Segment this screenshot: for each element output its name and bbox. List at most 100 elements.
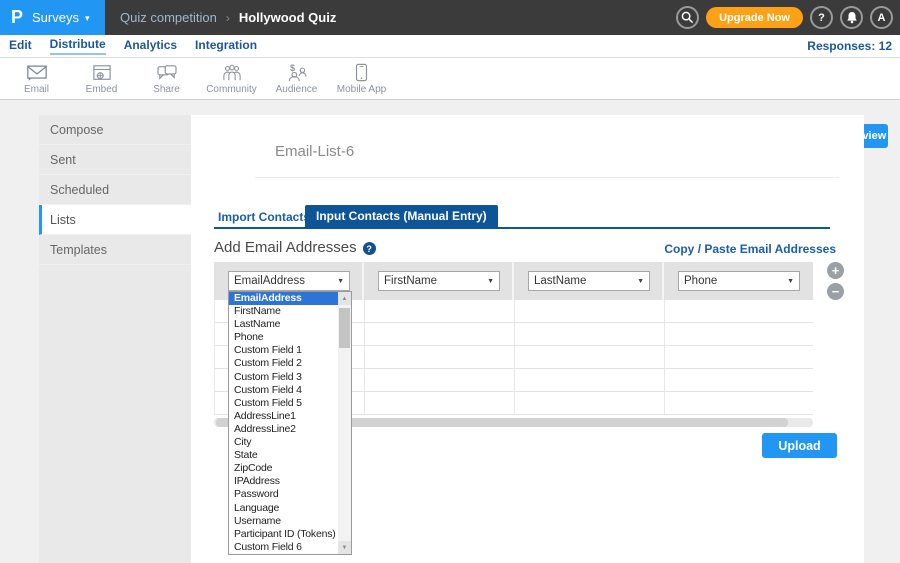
dropdown-option[interactable]: Custom Field 5 <box>229 397 338 410</box>
cell-input[interactable] <box>365 323 515 345</box>
nav-item-edit[interactable]: Edit <box>9 38 32 54</box>
channel-label: Email <box>24 84 49 95</box>
dropdown-option[interactable]: AddressLine1 <box>229 410 338 423</box>
dropdown-option[interactable]: Phone <box>229 331 338 344</box>
dropdown-option[interactable]: ZipCode <box>229 462 338 475</box>
cell-input[interactable] <box>665 323 813 345</box>
sidebar-item-scheduled[interactable]: Scheduled <box>39 175 191 205</box>
title-divider <box>255 177 839 178</box>
scroll-down-icon[interactable]: ▼ <box>338 541 351 554</box>
select-arrow-icon: ▼ <box>337 278 344 285</box>
dropdown-option-selected[interactable]: EmailAddress <box>229 292 338 305</box>
cell-input[interactable] <box>515 392 665 414</box>
search-button[interactable] <box>676 6 699 29</box>
cell-input[interactable] <box>665 392 813 414</box>
bell-icon <box>846 11 858 24</box>
dropdown-option[interactable]: State <box>229 449 338 462</box>
cell-input[interactable] <box>365 300 515 322</box>
cell-input[interactable] <box>665 300 813 322</box>
remove-row-button[interactable]: − <box>827 283 844 300</box>
dropdown-option[interactable]: Custom Field 2 <box>229 357 338 370</box>
dropdown-option[interactable]: Custom Field 6 <box>229 541 338 554</box>
email-list-title: Email-List-6 <box>275 143 354 160</box>
select-arrow-icon: ▼ <box>637 278 644 285</box>
channel-mobile-app[interactable]: Mobile App <box>329 58 394 100</box>
dropdown-option[interactable]: Participant ID (Tokens) <box>229 528 338 541</box>
help-button[interactable]: ? <box>810 6 833 29</box>
dropdown-option[interactable]: FirstName <box>229 305 338 318</box>
channel-share[interactable]: Share <box>134 58 199 100</box>
column-1-field-select[interactable]: EmailAddress ▼ <box>228 271 350 291</box>
column-4-header: Phone ▼ <box>664 262 813 300</box>
dropdown-option[interactable]: Custom Field 3 <box>229 371 338 384</box>
dropdown-option[interactable]: Language <box>229 502 338 515</box>
dropdown-option[interactable]: LastName <box>229 318 338 331</box>
channel-audience[interactable]: $ Audience <box>264 58 329 100</box>
breadcrumb-parent[interactable]: Quiz competition <box>120 10 217 25</box>
add-email-addresses-label: Add Email Addresses <box>214 239 357 256</box>
cell-input[interactable] <box>515 300 665 322</box>
column-3-field-select[interactable]: LastName ▼ <box>528 271 650 291</box>
email-icon <box>26 64 48 82</box>
breadcrumb: Quiz competition › Hollywood Quiz <box>120 0 336 35</box>
upgrade-now-button[interactable]: Upgrade Now <box>706 7 803 28</box>
add-row-button[interactable]: + <box>827 262 844 279</box>
sidebar-item-templates[interactable]: Templates <box>39 235 191 265</box>
distribute-toolbar: Email Embed <box>0 58 900 100</box>
channel-label: Mobile App <box>337 84 386 95</box>
dropdown-scrollbar[interactable]: ▲ ▼ <box>338 292 351 554</box>
dropdown-option[interactable]: Custom Field 4 <box>229 384 338 397</box>
dropdown-option[interactable]: IPAddress <box>229 475 338 488</box>
channel-email[interactable]: Email <box>4 58 69 100</box>
audience-icon: $ <box>285 64 309 82</box>
field-options-list: EmailAddress FirstName LastName Phone Cu… <box>229 292 338 554</box>
copy-paste-email-addresses-link[interactable]: Copy / Paste Email Addresses <box>664 242 836 256</box>
channel-embed[interactable]: Embed <box>69 58 134 100</box>
tab-input-contacts-manual-entry[interactable]: Input Contacts (Manual Entry) <box>305 205 498 227</box>
column-4-field-select[interactable]: Phone ▼ <box>678 271 800 291</box>
cell-input[interactable] <box>365 369 515 391</box>
tab-import-contacts[interactable]: Import Contacts <box>218 210 310 224</box>
product-switcher[interactable]: P Surveys ▾ <box>0 0 105 35</box>
column-3-header: LastName ▼ <box>514 262 664 300</box>
notifications-button[interactable] <box>840 6 863 29</box>
product-name: Surveys <box>32 10 79 25</box>
dropdown-option[interactable]: AddressLine2 <box>229 423 338 436</box>
cell-input[interactable] <box>515 323 665 345</box>
dropdown-option[interactable]: Password <box>229 488 338 501</box>
upload-button[interactable]: Upload <box>762 433 837 458</box>
dropdown-option[interactable]: Custom Field 1 <box>229 344 338 357</box>
email-sidebar: Compose Sent Scheduled Lists Templates <box>39 115 191 563</box>
cell-input[interactable] <box>665 369 813 391</box>
scroll-up-icon[interactable]: ▲ <box>338 292 351 305</box>
nav-item-analytics[interactable]: Analytics <box>124 38 177 54</box>
cell-input[interactable] <box>515 346 665 368</box>
dropdown-option[interactable]: Username <box>229 515 338 528</box>
share-icon <box>156 64 178 82</box>
cell-input[interactable] <box>365 346 515 368</box>
breadcrumb-current: Hollywood Quiz <box>239 10 337 25</box>
sidebar-item-compose[interactable]: Compose <box>39 115 191 145</box>
sidebar-item-sent[interactable]: Sent <box>39 145 191 175</box>
section-heading: Add Email Addresses ? <box>214 239 376 256</box>
dropdown-scrollbar-thumb[interactable] <box>339 308 350 348</box>
nav-item-integration[interactable]: Integration <box>195 38 257 54</box>
dropdown-option[interactable]: City <box>229 436 338 449</box>
cell-input[interactable] <box>365 392 515 414</box>
app-window: P Surveys ▾ Quiz competition › Hollywood… <box>0 0 900 563</box>
column-2-header: FirstName ▼ <box>364 262 514 300</box>
help-tooltip-icon[interactable]: ? <box>363 242 376 255</box>
cell-input[interactable] <box>515 369 665 391</box>
embed-icon <box>92 64 112 82</box>
responses-count[interactable]: Responses: 12 <box>807 39 892 53</box>
account-avatar[interactable]: A <box>870 6 893 29</box>
search-icon <box>681 11 694 24</box>
channel-label: Audience <box>276 84 318 95</box>
sidebar-item-lists[interactable]: Lists <box>39 205 191 235</box>
tab-underline <box>214 227 830 229</box>
column-2-field-select[interactable]: FirstName ▼ <box>378 271 500 291</box>
select-arrow-icon: ▼ <box>487 278 494 285</box>
cell-input[interactable] <box>665 346 813 368</box>
nav-item-distribute[interactable]: Distribute <box>50 37 106 55</box>
channel-community[interactable]: Community <box>199 58 264 100</box>
